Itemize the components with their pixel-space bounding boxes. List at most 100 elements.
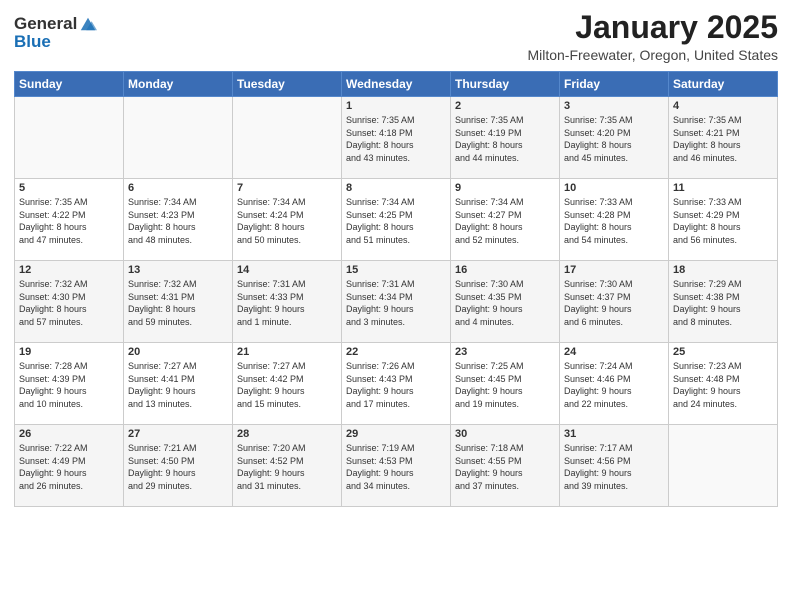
table-row: 31Sunrise: 7:17 AM Sunset: 4:56 PM Dayli… [560,425,669,507]
day-number: 16 [455,264,555,276]
logo-blue: Blue [14,32,97,52]
day-info: Sunrise: 7:33 AM Sunset: 4:28 PM Dayligh… [564,196,664,246]
day-number: 29 [346,428,446,440]
day-info: Sunrise: 7:34 AM Sunset: 4:23 PM Dayligh… [128,196,228,246]
table-row: 10 Sunrise: 7:33 AM Sunset: 4:28 PM Dayli… [560,179,669,261]
day-info: Sunrise: 7:25 AM Sunset: 4:45 PM Dayligh… [455,360,555,410]
page-subtitle: Milton-Freewater, Oregon, United States [527,47,778,63]
col-saturday: Saturday [669,72,778,97]
day-number: 24 [564,346,664,358]
table-row: 24 Sunrise: 7:24 AM Sunset: 4:46 PM Dayli… [560,343,669,425]
day-number: 21 [237,346,337,358]
day-info: Sunrise: 7:30 AM Sunset: 4:37 PM Dayligh… [564,278,664,328]
day-number: 28 [237,428,337,440]
day-info: Sunrise: 7:35 AM Sunset: 4:18 PM Dayligh… [346,114,446,164]
day-info: Sunrise: 7:27 AM Sunset: 4:41 PM Dayligh… [128,360,228,410]
title-block: January 2025 Milton-Freewater, Oregon, U… [527,10,778,63]
day-info: Sunrise: 7:35 AM Sunset: 4:22 PM Dayligh… [19,196,119,246]
table-row: 6 Sunrise: 7:34 AM Sunset: 4:23 PM Daylig… [124,179,233,261]
day-info: Sunrise: 7:34 AM Sunset: 4:25 PM Dayligh… [346,196,446,246]
day-info: Sunrise: 7:18 AM Sunset: 4:55 PM Dayligh… [455,442,555,492]
page-title: January 2025 [527,10,778,45]
table-row: 23 Sunrise: 7:25 AM Sunset: 4:45 PM Dayli… [451,343,560,425]
day-number: 8 [346,182,446,194]
day-number: 10 [564,182,664,194]
table-row: 4Sunrise: 7:35 AM Sunset: 4:21 PM Daylig… [669,97,778,179]
col-sunday: Sunday [15,72,124,97]
day-info: Sunrise: 7:24 AM Sunset: 4:46 PM Dayligh… [564,360,664,410]
calendar-week-row: 19 Sunrise: 7:28 AM Sunset: 4:39 PM Dayli… [15,343,778,425]
day-number: 20 [128,346,228,358]
day-info: Sunrise: 7:28 AM Sunset: 4:39 PM Dayligh… [19,360,119,410]
day-info: Sunrise: 7:26 AM Sunset: 4:43 PM Dayligh… [346,360,446,410]
day-number: 1 [346,100,446,112]
day-info: Sunrise: 7:27 AM Sunset: 4:42 PM Dayligh… [237,360,337,410]
day-info: Sunrise: 7:23 AM Sunset: 4:48 PM Dayligh… [673,360,773,410]
calendar-table: Sunday Monday Tuesday Wednesday Thursday… [14,71,778,507]
day-number: 19 [19,346,119,358]
table-row: 8 Sunrise: 7:34 AM Sunset: 4:25 PM Daylig… [342,179,451,261]
logo: General Blue [14,14,97,52]
day-number: 12 [19,264,119,276]
day-info: Sunrise: 7:32 AM Sunset: 4:31 PM Dayligh… [128,278,228,328]
day-number: 26 [19,428,119,440]
day-number: 14 [237,264,337,276]
day-info: Sunrise: 7:30 AM Sunset: 4:35 PM Dayligh… [455,278,555,328]
table-row: 22 Sunrise: 7:26 AM Sunset: 4:43 PM Dayli… [342,343,451,425]
col-wednesday: Wednesday [342,72,451,97]
table-row: 14 Sunrise: 7:31 AM Sunset: 4:33 PM Dayli… [233,261,342,343]
table-row: 16 Sunrise: 7:30 AM Sunset: 4:35 PM Dayli… [451,261,560,343]
day-info: Sunrise: 7:20 AM Sunset: 4:52 PM Dayligh… [237,442,337,492]
logo-icon [79,15,97,33]
table-row [669,425,778,507]
day-number: 15 [346,264,446,276]
day-info: Sunrise: 7:17 AM Sunset: 4:56 PM Dayligh… [564,442,664,492]
table-row: 25 Sunrise: 7:23 AM Sunset: 4:48 PM Dayli… [669,343,778,425]
table-row: 5 Sunrise: 7:35 AM Sunset: 4:22 PM Daylig… [15,179,124,261]
table-row [15,97,124,179]
day-number: 23 [455,346,555,358]
col-monday: Monday [124,72,233,97]
day-number: 6 [128,182,228,194]
table-row: 3 Sunrise: 7:35 AM Sunset: 4:20 PM Daylig… [560,97,669,179]
table-row: 13Sunrise: 7:32 AM Sunset: 4:31 PM Dayli… [124,261,233,343]
col-thursday: Thursday [451,72,560,97]
day-number: 7 [237,182,337,194]
day-number: 17 [564,264,664,276]
day-number: 27 [128,428,228,440]
day-info: Sunrise: 7:31 AM Sunset: 4:34 PM Dayligh… [346,278,446,328]
day-number: 4 [673,100,773,112]
calendar-week-row: 5 Sunrise: 7:35 AM Sunset: 4:22 PM Daylig… [15,179,778,261]
day-info: Sunrise: 7:21 AM Sunset: 4:50 PM Dayligh… [128,442,228,492]
table-row [233,97,342,179]
table-row: 20 Sunrise: 7:27 AM Sunset: 4:41 PM Dayli… [124,343,233,425]
table-row: 26 Sunrise: 7:22 AM Sunset: 4:49 PM Dayli… [15,425,124,507]
day-number: 22 [346,346,446,358]
day-info: Sunrise: 7:22 AM Sunset: 4:49 PM Dayligh… [19,442,119,492]
day-info: Sunrise: 7:19 AM Sunset: 4:53 PM Dayligh… [346,442,446,492]
day-info: Sunrise: 7:29 AM Sunset: 4:38 PM Dayligh… [673,278,773,328]
day-number: 2 [455,100,555,112]
day-info: Sunrise: 7:35 AM Sunset: 4:20 PM Dayligh… [564,114,664,164]
day-number: 3 [564,100,664,112]
table-row: 12 Sunrise: 7:32 AM Sunset: 4:30 PM Dayli… [15,261,124,343]
col-friday: Friday [560,72,669,97]
logo-general: General [14,14,77,34]
table-row: 17 Sunrise: 7:30 AM Sunset: 4:37 PM Dayli… [560,261,669,343]
day-info: Sunrise: 7:35 AM Sunset: 4:19 PM Dayligh… [455,114,555,164]
day-number: 9 [455,182,555,194]
day-info: Sunrise: 7:31 AM Sunset: 4:33 PM Dayligh… [237,278,337,328]
day-number: 25 [673,346,773,358]
col-tuesday: Tuesday [233,72,342,97]
day-info: Sunrise: 7:33 AM Sunset: 4:29 PM Dayligh… [673,196,773,246]
table-row: 30 Sunrise: 7:18 AM Sunset: 4:55 PM Dayli… [451,425,560,507]
day-number: 5 [19,182,119,194]
day-info: Sunrise: 7:32 AM Sunset: 4:30 PM Dayligh… [19,278,119,328]
table-row [124,97,233,179]
table-row: 18Sunrise: 7:29 AM Sunset: 4:38 PM Dayli… [669,261,778,343]
calendar-week-row: 12 Sunrise: 7:32 AM Sunset: 4:30 PM Dayli… [15,261,778,343]
table-row: 1 Sunrise: 7:35 AM Sunset: 4:18 PM Daylig… [342,97,451,179]
day-number: 30 [455,428,555,440]
header: General Blue January 2025 Milton-Freewat… [14,10,778,63]
day-number: 11 [673,182,773,194]
